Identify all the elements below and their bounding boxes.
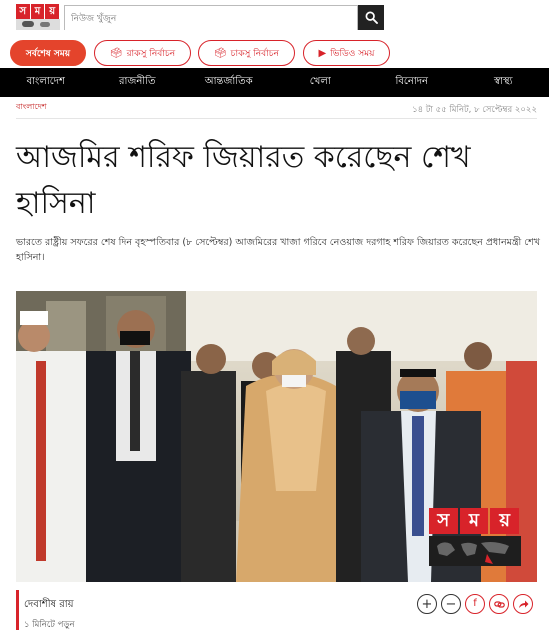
pill-video[interactable]: ▶ ভিডিও সময় — [303, 40, 390, 66]
main-nav: বাংলাদেশ রাজনীতি আন্তর্জাতিক খেলা বিনোদন… — [0, 68, 549, 97]
zoom-out-icon: − — [445, 596, 457, 612]
search-button[interactable] — [358, 5, 384, 30]
search-box — [64, 5, 358, 31]
author-accent-bar — [16, 590, 19, 630]
play-icon: ▶ — [318, 47, 327, 59]
ballot-icon: 🗳 — [213, 47, 227, 59]
article-summary: ভারতে রাষ্ট্রীয় সফরের শেষ দিন বৃহস্পতিব… — [16, 237, 540, 263]
article-headline: আজমির শরিফ জিয়ারত করেছেন শেখ হাসিনা — [16, 140, 471, 221]
watermark-letter: ম — [459, 508, 489, 534]
nav-item-politics[interactable]: রাজনীতি — [92, 68, 184, 97]
read-time: ১ মিনিটে পড়ুন — [24, 620, 75, 630]
pill-raksu-election[interactable]: 🗳 রাকসু নির্বাচন — [94, 40, 191, 66]
nav-item-sports[interactable]: খেলা — [275, 68, 367, 97]
pill-label: ভিডিও সময় — [330, 48, 375, 59]
nav-item-health[interactable]: স্বাস্থ্য — [458, 68, 549, 97]
article-actions: + − f — [417, 594, 533, 614]
logo-letter: য় — [45, 4, 60, 19]
divider — [16, 118, 537, 119]
search-input[interactable] — [65, 7, 357, 31]
publish-date: ১৪ টা ৫৫ মিনিট, ৮ সেপ্টেম্বর ২০২২ — [412, 105, 537, 115]
pill-latest[interactable]: সর্বশেষ সময় — [10, 40, 86, 66]
logo-map — [16, 19, 60, 30]
facebook-share-button[interactable]: f — [465, 594, 485, 614]
zoom-in-icon: + — [421, 596, 433, 612]
zoom-out-button[interactable]: − — [441, 594, 461, 614]
watermark-map — [429, 536, 521, 566]
search-icon — [365, 11, 378, 24]
logo-letter: ম — [30, 4, 45, 19]
somoy-watermark: স ম য় — [429, 508, 521, 566]
pill-chaksu-election[interactable]: 🗳 চাকসু নির্বাচন — [198, 40, 295, 66]
article-photo[interactable]: স ম য় — [16, 291, 537, 582]
zoom-in-button[interactable]: + — [417, 594, 437, 614]
nav-item-entertainment[interactable]: বিনোদন — [366, 68, 458, 97]
pill-label: রাকসু নির্বাচন — [126, 48, 176, 59]
somoy-logo[interactable]: স ম য় — [16, 4, 60, 30]
facebook-icon: f — [473, 598, 477, 609]
ballot-icon: 🗳 — [109, 47, 123, 59]
copy-link-button[interactable] — [489, 594, 509, 614]
pill-label: চাকসু নির্বাচন — [230, 48, 280, 59]
logo-letter: স — [16, 4, 30, 19]
nav-item-international[interactable]: আন্তর্জাতিক — [183, 68, 275, 97]
topic-pills: সর্বশেষ সময় 🗳 রাকসু নির্বাচন 🗳 চাকসু নি… — [0, 40, 549, 66]
watermark-letter: স — [429, 508, 458, 534]
pill-label: সর্বশেষ সময় — [25, 48, 71, 59]
world-map-icon — [437, 542, 509, 564]
author-name[interactable]: দেবাশীষ রায় — [24, 597, 74, 614]
nav-item-bangladesh[interactable]: বাংলাদেশ — [0, 68, 92, 97]
share-button[interactable] — [513, 594, 533, 614]
site-header: স ম য় — [0, 0, 549, 34]
share-icon — [518, 600, 528, 608]
watermark-letter: য় — [490, 508, 520, 534]
copy-link-icon — [493, 600, 505, 608]
breadcrumb[interactable]: বাংলাদেশ — [16, 101, 47, 114]
